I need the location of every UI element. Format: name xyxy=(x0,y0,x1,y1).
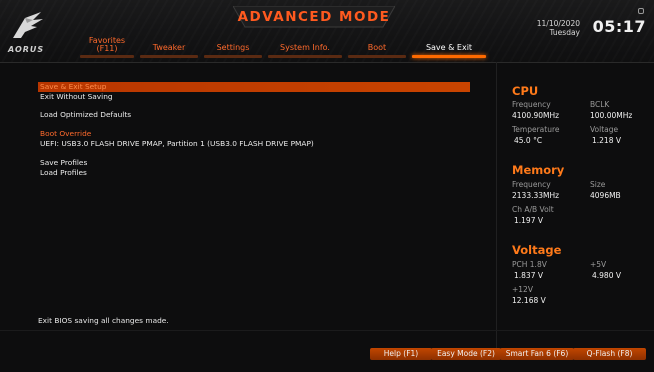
memory-size-label: Size xyxy=(590,180,606,189)
clock-display: 05:17 xyxy=(592,17,646,36)
footer-divider xyxy=(0,330,654,331)
footer-button-bar: Help (F1) Easy Mode (F2) Smart Fan 6 (F6… xyxy=(370,348,646,362)
menu-item-save-exit-setup[interactable]: Save & Exit Setup xyxy=(38,82,470,92)
mode-title-text: ADVANCED MODE xyxy=(237,9,391,25)
menu-item-save-profiles-label: Save Profiles xyxy=(40,158,88,167)
menu-item-exit-without-saving[interactable]: Exit Without Saving xyxy=(38,92,470,102)
plus12v-label: +12V xyxy=(512,285,533,294)
cpu-temperature-label: Temperature xyxy=(512,125,560,134)
degree-icon xyxy=(638,8,644,14)
memory-chab-volt-value: 1.197 V xyxy=(514,216,543,225)
save-exit-menu: Save & Exit Setup Exit Without Saving Lo… xyxy=(0,62,488,310)
pch-voltage-label: PCH 1.8V xyxy=(512,260,547,269)
panel-divider xyxy=(496,62,497,350)
menu-item-boot-override-device[interactable]: UEFI: USB3.0 FLASH DRIVE PMAP, Partition… xyxy=(38,139,470,149)
menu-item-load-profiles[interactable]: Load Profiles xyxy=(38,168,470,178)
cpu-bclk-label: BCLK xyxy=(590,100,610,109)
memory-frequency-value: 2133.33MHz xyxy=(512,191,560,200)
tab-save-exit-underline xyxy=(412,55,486,58)
tab-favorites[interactable]: Favorites (F11) xyxy=(80,34,134,58)
memory-title: Memory xyxy=(512,163,565,177)
voltage-title: Voltage xyxy=(512,243,562,257)
cpu-voltage-label: Voltage xyxy=(590,125,619,134)
pch-voltage-value: 1.837 V xyxy=(514,271,543,280)
tab-favorites-label-line2: (F11) xyxy=(96,44,118,53)
menu-item-boot-override-device-label: UEFI: USB3.0 FLASH DRIVE PMAP, Partition… xyxy=(40,139,314,148)
smart-fan-button[interactable]: Smart Fan 6 (F6) xyxy=(500,348,574,360)
menu-item-load-optimized-defaults-label: Load Optimized Defaults xyxy=(40,110,132,119)
memory-frequency-label: Frequency xyxy=(512,180,551,189)
date-value: 11/10/2020 xyxy=(536,19,580,28)
date-display: 11/10/2020 Tuesday xyxy=(537,19,580,37)
aorus-eagle-icon xyxy=(13,12,43,38)
day-value: Tuesday xyxy=(549,28,580,37)
plus12v-value: 12.168 V xyxy=(512,296,546,305)
memory-size-value: 4096MB xyxy=(590,191,621,200)
tab-system-info-label: System Info. xyxy=(280,43,330,52)
tab-save-exit-label: Save & Exit xyxy=(425,43,473,52)
cpu-frequency-value: 4100.90MHz xyxy=(512,111,560,120)
tab-settings-underline xyxy=(204,55,262,58)
tab-settings[interactable]: Settings xyxy=(204,34,262,58)
tab-settings-label: Settings xyxy=(216,43,250,52)
header-bar: AORUS ADVANCED MODE Favorites (F11) Twea… xyxy=(0,0,654,63)
boot-override-header-label: Boot Override xyxy=(40,129,92,138)
tab-boot-label: Boot xyxy=(367,43,387,52)
tab-system-info[interactable]: System Info. xyxy=(268,34,342,58)
hardware-monitor-panel: CPU Frequency BCLK 4100.90MHz 100.00MHz … xyxy=(504,62,654,342)
plus5v-label: +5V xyxy=(590,260,607,269)
qflash-button[interactable]: Q-Flash (F8) xyxy=(573,348,646,360)
cpu-frequency-label: Frequency xyxy=(512,100,551,109)
tab-boot[interactable]: Boot xyxy=(348,34,406,58)
tab-favorites-underline xyxy=(80,55,134,58)
menu-item-save-profiles[interactable]: Save Profiles xyxy=(38,158,470,168)
plus5v-value: 4.980 V xyxy=(592,271,621,280)
tab-boot-underline xyxy=(348,55,406,58)
mode-title: ADVANCED MODE xyxy=(233,6,395,28)
memory-chab-volt-label: Ch A/B Volt xyxy=(512,205,554,214)
easy-mode-button[interactable]: Easy Mode (F2) xyxy=(431,348,501,360)
tab-save-exit[interactable]: Save & Exit xyxy=(412,34,486,58)
date-time: 11/10/2020 Tuesday 05:17 xyxy=(506,8,646,44)
cpu-bclk-value: 100.00MHz xyxy=(590,111,633,120)
cpu-voltage-value: 1.218 V xyxy=(592,136,621,145)
tab-tweaker-label: Tweaker xyxy=(152,43,186,52)
tab-tweaker[interactable]: Tweaker xyxy=(140,34,198,58)
brand-logo-text: AORUS xyxy=(8,45,45,54)
menu-item-save-exit-setup-label: Save & Exit Setup xyxy=(40,82,107,91)
tab-tweaker-underline xyxy=(140,55,198,58)
help-status-text: Exit BIOS saving all changes made. xyxy=(38,316,169,325)
help-button[interactable]: Help (F1) xyxy=(370,348,432,360)
menu-item-load-optimized-defaults[interactable]: Load Optimized Defaults xyxy=(38,110,470,120)
cpu-temperature-value: 45.0 °C xyxy=(514,136,543,145)
cpu-title: CPU xyxy=(512,84,539,98)
tab-system-info-underline xyxy=(268,55,342,58)
menu-item-load-profiles-label: Load Profiles xyxy=(40,168,87,177)
menu-item-exit-without-saving-label: Exit Without Saving xyxy=(40,92,113,101)
boot-override-header: Boot Override xyxy=(38,129,470,139)
